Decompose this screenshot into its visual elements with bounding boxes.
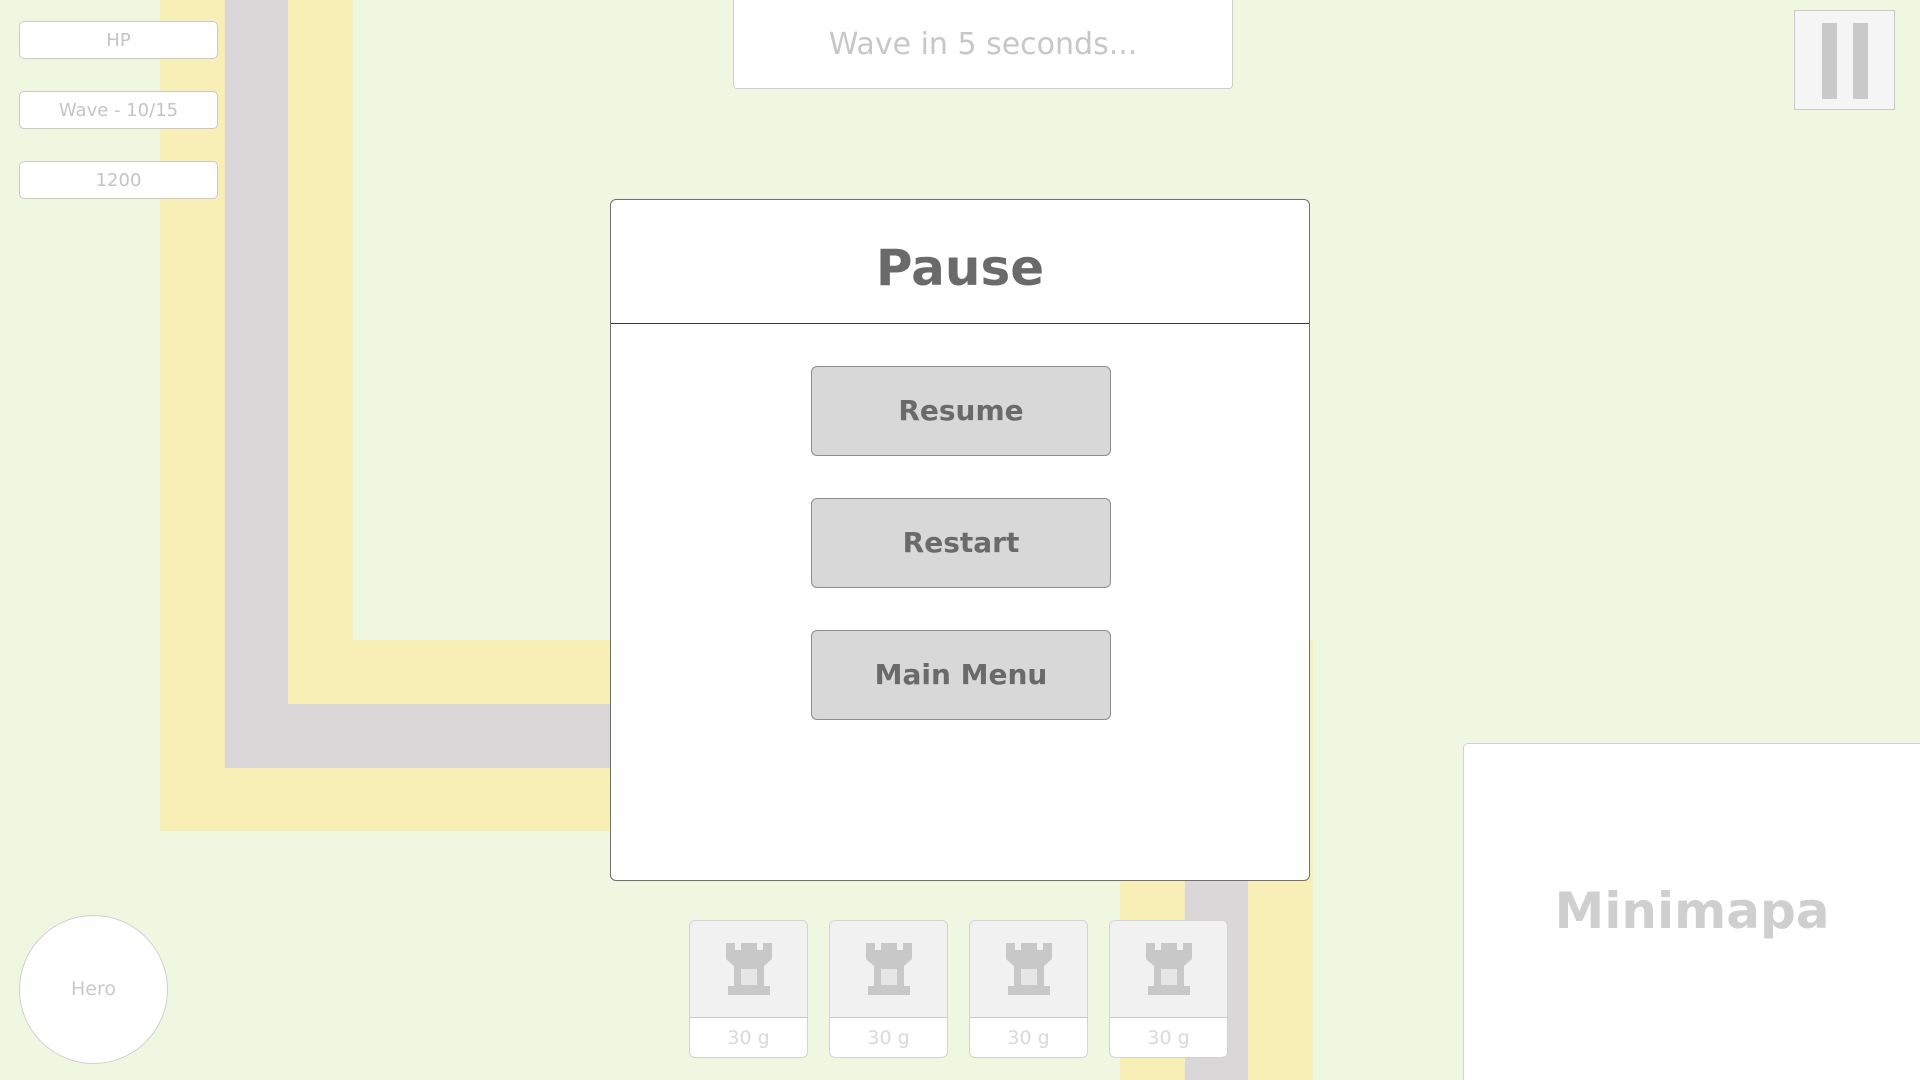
tower-slot[interactable]: 30 g [689,920,808,1058]
gold-display: 1200 [19,161,218,199]
tower-price: 30 g [1007,1027,1050,1049]
tower-price: 30 g [727,1027,770,1049]
tower-icon [866,943,912,995]
wave-counter: Wave - 10/15 [19,91,218,129]
tower-thumbnail [690,921,807,1018]
tower-thumbnail [830,921,947,1018]
restart-button[interactable]: Restart [811,498,1111,588]
pause-dialog: Pause Resume Restart Main Menu [610,199,1310,881]
pause-button[interactable] [1794,10,1895,110]
tower-icon [726,943,772,995]
tower-icon [1146,943,1192,995]
wave-countdown-banner: Wave in 5 seconds... [733,0,1233,89]
tower-price: 30 g [867,1027,910,1049]
tower-slot[interactable]: 30 g [1109,920,1228,1058]
tower-slot[interactable]: 30 g [969,920,1088,1058]
main-menu-button[interactable]: Main Menu [811,630,1111,720]
resume-button[interactable]: Resume [811,366,1111,456]
tower-icon [1006,943,1052,995]
tower-thumbnail [1110,921,1227,1018]
hp-display: HP [19,21,218,59]
tower-price: 30 g [1147,1027,1190,1049]
tower-slot[interactable]: 30 g [829,920,948,1058]
hero-button[interactable]: Hero [19,915,168,1064]
tower-thumbnail [970,921,1087,1018]
path-lane [225,0,288,768]
game-screen: HP Wave - 10/15 1200 Wave in 5 seconds..… [0,0,1920,1080]
minimap[interactable]: Minimapa [1463,743,1920,1080]
dialog-title: Pause [611,200,1309,324]
